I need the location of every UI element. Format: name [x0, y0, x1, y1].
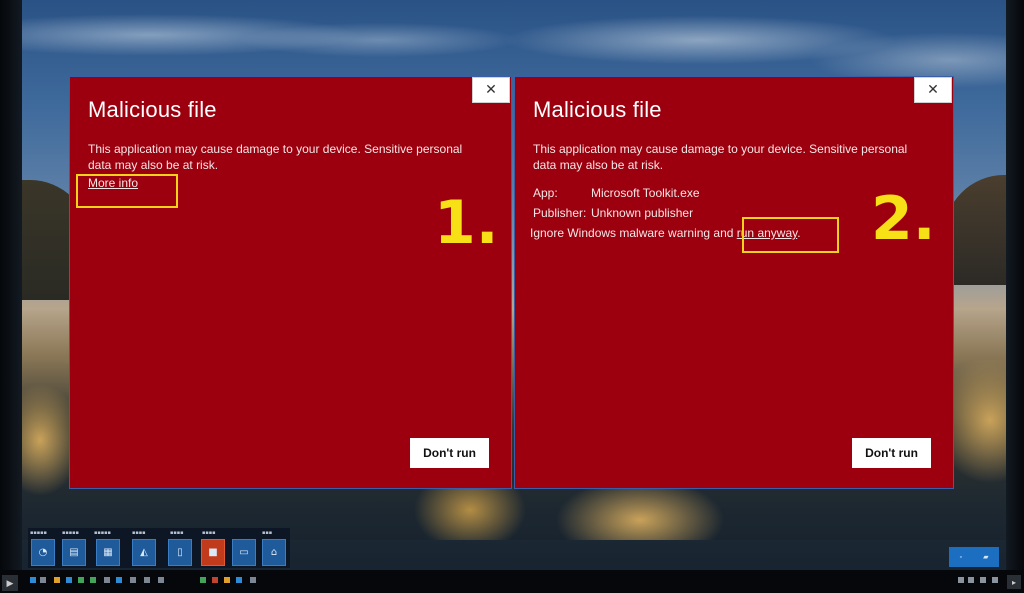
start-icon: ▶: [6, 577, 14, 588]
screen-bezel-left: [0, 0, 22, 593]
start-tile-icon[interactable]: ■: [201, 539, 225, 566]
step-number-1: 1.: [434, 188, 499, 258]
highlight-box-run-anyway: [742, 217, 839, 253]
tile-caption: ▪▪▪▪: [132, 530, 146, 536]
publisher-label: Publisher:: [533, 206, 587, 220]
tile-caption: ▪▪▪▪: [202, 530, 216, 536]
lock-icon: ⌂: [270, 547, 278, 558]
start-tile-icon[interactable]: ⌂: [262, 539, 286, 566]
close-icon: ✕: [485, 82, 497, 98]
tray-icon[interactable]: [968, 577, 974, 583]
document-icon: ▤: [69, 547, 79, 558]
close-icon: ✕: [927, 82, 939, 98]
taskbar-app-icon[interactable]: [40, 577, 46, 583]
start-tile-icon[interactable]: ◔: [31, 539, 55, 566]
start-tile-icon[interactable]: ▭: [232, 539, 256, 566]
taskbar: [0, 570, 1024, 593]
tile-caption: ▪▪▪▪▪: [30, 530, 47, 536]
close-button[interactable]: ✕: [914, 77, 952, 103]
close-button[interactable]: ✕: [472, 77, 510, 103]
notification-button[interactable]: ▫ ▰: [949, 547, 999, 567]
publisher-value: Unknown publisher: [591, 206, 694, 220]
app-tile-icon: ◭: [140, 547, 148, 558]
tile-caption: ▪▪▪: [262, 530, 273, 536]
corner-arrow-icon: ▸: [1011, 577, 1016, 587]
step-number-2: 2.: [871, 184, 936, 254]
taskbar-app-icon[interactable]: [212, 577, 218, 583]
publisher-row: Publisher: Unknown publisher: [533, 206, 693, 220]
app-label: App:: [533, 186, 558, 200]
malicious-file-dialog-step-1: ✕ Malicious file This application may ca…: [69, 76, 512, 489]
warning-message: This application may cause damage to you…: [533, 142, 908, 172]
taskbar-app-icon[interactable]: [104, 577, 110, 583]
file-icon: ▯: [177, 547, 183, 558]
start-button[interactable]: ▶: [2, 575, 18, 591]
taskbar-app-icon[interactable]: [78, 577, 84, 583]
taskbar-app-icon[interactable]: [90, 577, 96, 583]
tray-icon[interactable]: [958, 577, 964, 583]
taskbar-app-icon[interactable]: [30, 577, 36, 583]
taskbar-app-icon[interactable]: [130, 577, 136, 583]
grid-icon: ▦: [103, 547, 113, 558]
taskbar-app-icon[interactable]: [66, 577, 72, 583]
app-row: App: Microsoft Toolkit.exe: [533, 186, 700, 200]
dialog-title: Malicious file: [88, 97, 217, 122]
dont-run-button[interactable]: Don't run: [852, 438, 931, 468]
start-tile-icon[interactable]: ◭: [132, 539, 156, 566]
tray-icon[interactable]: [980, 577, 986, 583]
card-icon: ▭: [239, 547, 249, 558]
malicious-file-dialog-step-2: ✕ Malicious file This application may ca…: [514, 76, 954, 489]
taskbar-app-icon[interactable]: [144, 577, 150, 583]
show-desktop-button[interactable]: ▸: [1007, 575, 1021, 589]
app-tile-icon: ◔: [38, 547, 48, 558]
office-icon: ■: [208, 547, 218, 558]
dialog-title: Malicious file: [533, 97, 662, 122]
highlight-box-more-info: [76, 174, 178, 208]
taskbar-app-icon[interactable]: [236, 577, 242, 583]
start-tile-icon[interactable]: ▦: [96, 539, 120, 566]
taskbar-app-icon[interactable]: [250, 577, 256, 583]
start-tile-icon[interactable]: ▤: [62, 539, 86, 566]
tile-caption: ▪▪▪▪: [170, 530, 184, 536]
screen-bezel-right: [1006, 0, 1024, 593]
tile-caption: ▪▪▪▪▪: [94, 530, 111, 536]
signal-icon: ▰: [983, 554, 989, 561]
ignore-warning-text: Ignore Windows malware warning and: [530, 226, 737, 240]
tile-caption: ▪▪▪▪▪: [62, 530, 79, 536]
start-tile-icon[interactable]: ▯: [168, 539, 192, 566]
chat-icon: ▫: [959, 553, 963, 561]
taskbar-app-icon[interactable]: [158, 577, 164, 583]
app-value: Microsoft Toolkit.exe: [591, 186, 700, 200]
taskbar-app-icon[interactable]: [200, 577, 206, 583]
tray-icon[interactable]: [992, 577, 998, 583]
taskbar-app-icon[interactable]: [54, 577, 60, 583]
taskbar-app-icon[interactable]: [224, 577, 230, 583]
taskbar-app-icon[interactable]: [116, 577, 122, 583]
dont-run-button[interactable]: Don't run: [410, 438, 489, 468]
warning-message: This application may cause damage to you…: [88, 142, 463, 172]
